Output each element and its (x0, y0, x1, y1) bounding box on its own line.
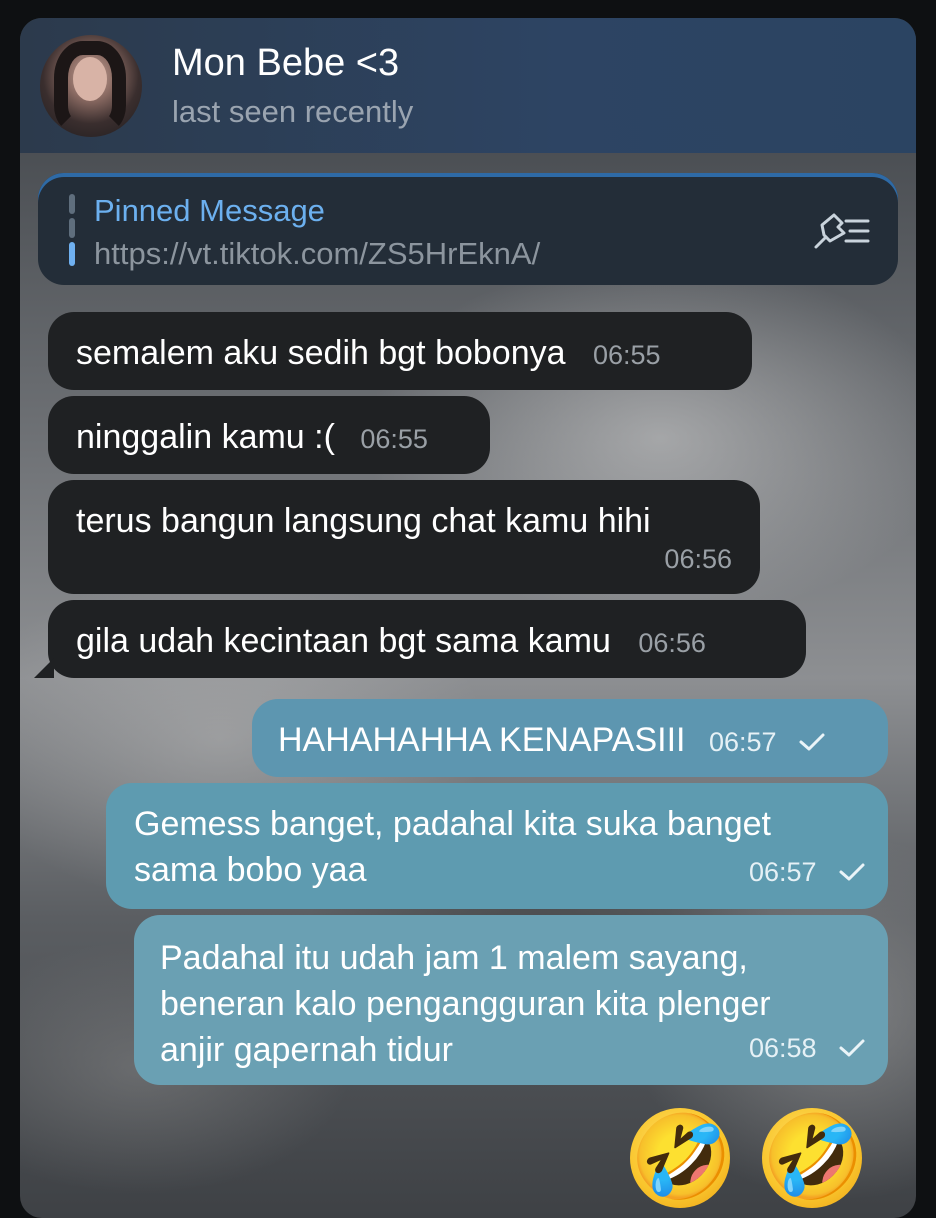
message-text-line: Padahal itu udah jam 1 malem sayang, (160, 939, 748, 977)
message-text-line: Gemess banget, padahal kita suka banget (134, 805, 771, 843)
pinned-list-icon[interactable] (808, 211, 872, 251)
sent-check-icon (839, 1039, 865, 1057)
contact-name: Mon Bebe <3 (172, 42, 400, 84)
message-text: terus bangun langsung chat kamu hihi (76, 502, 651, 540)
message-text: semalem aku sedih bgt bobonya (76, 334, 566, 372)
contact-status: last seen recently (172, 94, 414, 129)
pinned-title: Pinned Message (94, 193, 325, 228)
chat-header[interactable]: Mon Bebe <3 last seen recently (20, 18, 916, 153)
pinned-indicator (69, 194, 75, 266)
message-time: 06:55 (360, 424, 428, 454)
bubble-tail (34, 658, 54, 678)
outgoing-message[interactable]: HAHAHAHHA KENAPASIII 06:57 (252, 699, 888, 777)
outgoing-message[interactable]: Gemess banget, padahal kita suka banget … (106, 783, 888, 909)
message-text-line: beneran kalo pengangguran kita plenger (160, 985, 771, 1023)
message-time: 06:55 (592, 340, 661, 370)
avatar-face-shape (73, 57, 107, 101)
sent-check-icon (799, 733, 825, 751)
incoming-message[interactable]: gila udah kecintaan bgt sama kamu 06:56 (48, 600, 806, 678)
incoming-message[interactable]: terus bangun langsung chat kamu hihi 06:… (48, 480, 760, 594)
rofl-emoji-icon[interactable]: 🤣 (762, 1108, 864, 1208)
message-text: ninggalin kamu :( (76, 418, 335, 456)
message-time: 06:56 (664, 544, 732, 574)
message-time: 06:57 (708, 727, 777, 757)
message-time: 06:57 (748, 857, 817, 887)
incoming-message[interactable]: semalem aku sedih bgt bobonya 06:55 (48, 312, 752, 390)
contact-avatar[interactable] (40, 35, 142, 137)
pinned-text: https://vt.tiktok.com/ZS5HrEknA/ (94, 236, 541, 271)
outgoing-message[interactable]: Padahal itu udah jam 1 malem sayang, ben… (134, 915, 888, 1085)
incoming-message[interactable]: ninggalin kamu :( 06:55 (48, 396, 490, 474)
rofl-emoji-icon[interactable]: 🤣 (630, 1108, 732, 1208)
message-text: HAHAHAHHA KENAPASIII (278, 721, 686, 759)
message-time: 06:58 (748, 1033, 817, 1063)
message-text: gila udah kecintaan bgt sama kamu (76, 622, 611, 660)
pinned-message-bar[interactable]: Pinned Message https://vt.tiktok.com/ZS5… (38, 173, 898, 285)
message-time: 06:56 (638, 628, 706, 658)
sent-check-icon (839, 863, 865, 881)
chat-window: Mon Bebe <3 last seen recently Pinned Me… (20, 18, 916, 1218)
